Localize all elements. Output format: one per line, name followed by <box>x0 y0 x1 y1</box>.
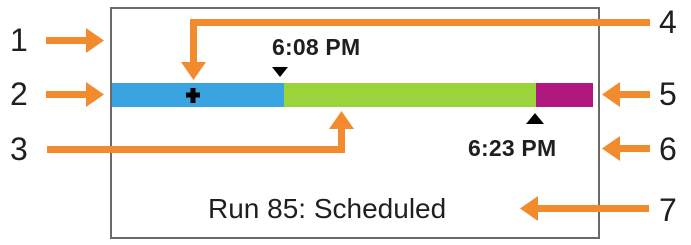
callout-arrow-6 <box>602 136 650 161</box>
run-status-text: Run 85: Scheduled <box>208 193 447 224</box>
callout-arrow-5 <box>602 82 650 107</box>
timeline-segment-green <box>284 83 536 107</box>
callout-number-4: 4 <box>659 4 677 40</box>
figure-stage: 6:08 PM 6:23 PM Run 85: Scheduled 1 2 3 … <box>0 0 691 245</box>
end-marker-icon <box>526 113 544 124</box>
callout-arrow-3 <box>47 111 354 153</box>
callout-arrow-7 <box>520 196 649 221</box>
callout-number-3: 3 <box>10 131 28 167</box>
callout-arrow-4 <box>181 19 650 80</box>
callout-number-1: 1 <box>10 22 28 58</box>
callout-number-2: 2 <box>10 76 28 112</box>
callout-arrow-1 <box>46 28 104 53</box>
start-marker-icon <box>272 67 288 77</box>
callout-arrow-2 <box>46 82 104 107</box>
start-time-label: 6:08 PM <box>272 34 361 60</box>
callout-number-6: 6 <box>659 131 677 167</box>
end-time-label: 6:23 PM <box>468 135 557 161</box>
callout-number-7: 7 <box>659 192 677 228</box>
callout-number-5: 5 <box>659 76 677 112</box>
timeline-segment-magenta <box>536 83 593 107</box>
